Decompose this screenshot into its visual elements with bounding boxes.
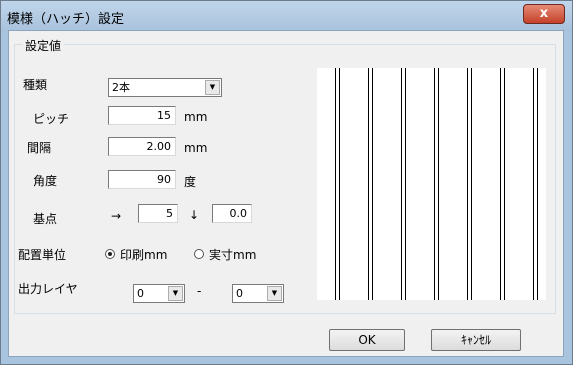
close-icon: x: [539, 6, 549, 21]
placement-actual-radio[interactable]: [194, 249, 204, 259]
placement-actual-label[interactable]: 実寸mm: [209, 246, 256, 263]
hatch-line: [434, 68, 435, 300]
hatch-line: [368, 68, 369, 300]
cancel-button[interactable]: ｷｬﾝｾﾙ: [431, 329, 521, 351]
type-label: 種類: [23, 78, 48, 92]
hatch-line: [335, 68, 336, 300]
settings-group-legend: 設定値: [22, 37, 65, 54]
hatch-line: [467, 68, 468, 300]
hatch-line: [438, 68, 439, 300]
placement-print-label[interactable]: 印刷mm: [120, 246, 167, 263]
chevron-down-icon[interactable]: ▼: [168, 286, 183, 301]
arrow-down-icon: ↓: [189, 208, 200, 222]
hatch-preview: [317, 68, 546, 300]
layer-from-select[interactable]: 0 ▼: [133, 284, 185, 303]
hatch-line: [401, 68, 402, 300]
type-select-value: 2本: [112, 81, 130, 94]
hatch-line: [533, 68, 534, 300]
hatch-line: [471, 68, 472, 300]
hatch-line: [500, 68, 501, 300]
close-button[interactable]: x: [523, 4, 565, 24]
pitch-input[interactable]: 15: [108, 106, 176, 125]
base-x-input[interactable]: 5: [138, 204, 178, 223]
hatch-line: [537, 68, 538, 300]
angle-unit: 度: [184, 175, 197, 189]
placement-print-radio[interactable]: [105, 249, 115, 259]
output-layer-label: 出力レイヤ: [18, 282, 78, 296]
title-bar[interactable]: 模様（ハッチ）設定 x: [1, 1, 572, 31]
angle-label: 角度: [33, 174, 58, 188]
hatch-line: [405, 68, 406, 300]
hatch-line: [339, 68, 340, 300]
window-title: 模様（ハッチ）設定: [7, 12, 125, 27]
radio-selected-dot: [108, 252, 112, 256]
angle-input[interactable]: 90: [108, 170, 176, 189]
type-select[interactable]: 2本 ▼: [108, 78, 222, 97]
gap-unit: mm: [184, 141, 208, 155]
hatch-line: [372, 68, 373, 300]
pitch-unit: mm: [184, 110, 208, 124]
base-point-label: 基点: [33, 212, 58, 226]
layer-to-value: 0: [236, 287, 243, 300]
layer-dash: -: [197, 284, 202, 298]
chevron-down-icon[interactable]: ▼: [205, 80, 220, 95]
ok-button[interactable]: OK: [329, 329, 405, 351]
layer-from-value: 0: [137, 287, 144, 300]
gap-label: 間隔: [27, 141, 52, 155]
hatch-line: [504, 68, 505, 300]
layer-to-select[interactable]: 0 ▼: [232, 284, 284, 303]
arrow-right-icon: →: [111, 209, 122, 223]
pitch-label: ピッチ: [33, 112, 70, 126]
gap-input[interactable]: 2.00: [108, 137, 176, 156]
base-y-input[interactable]: 0.0: [212, 204, 252, 223]
chevron-down-icon[interactable]: ▼: [267, 286, 282, 301]
placement-unit-label: 配置単位: [18, 248, 67, 262]
